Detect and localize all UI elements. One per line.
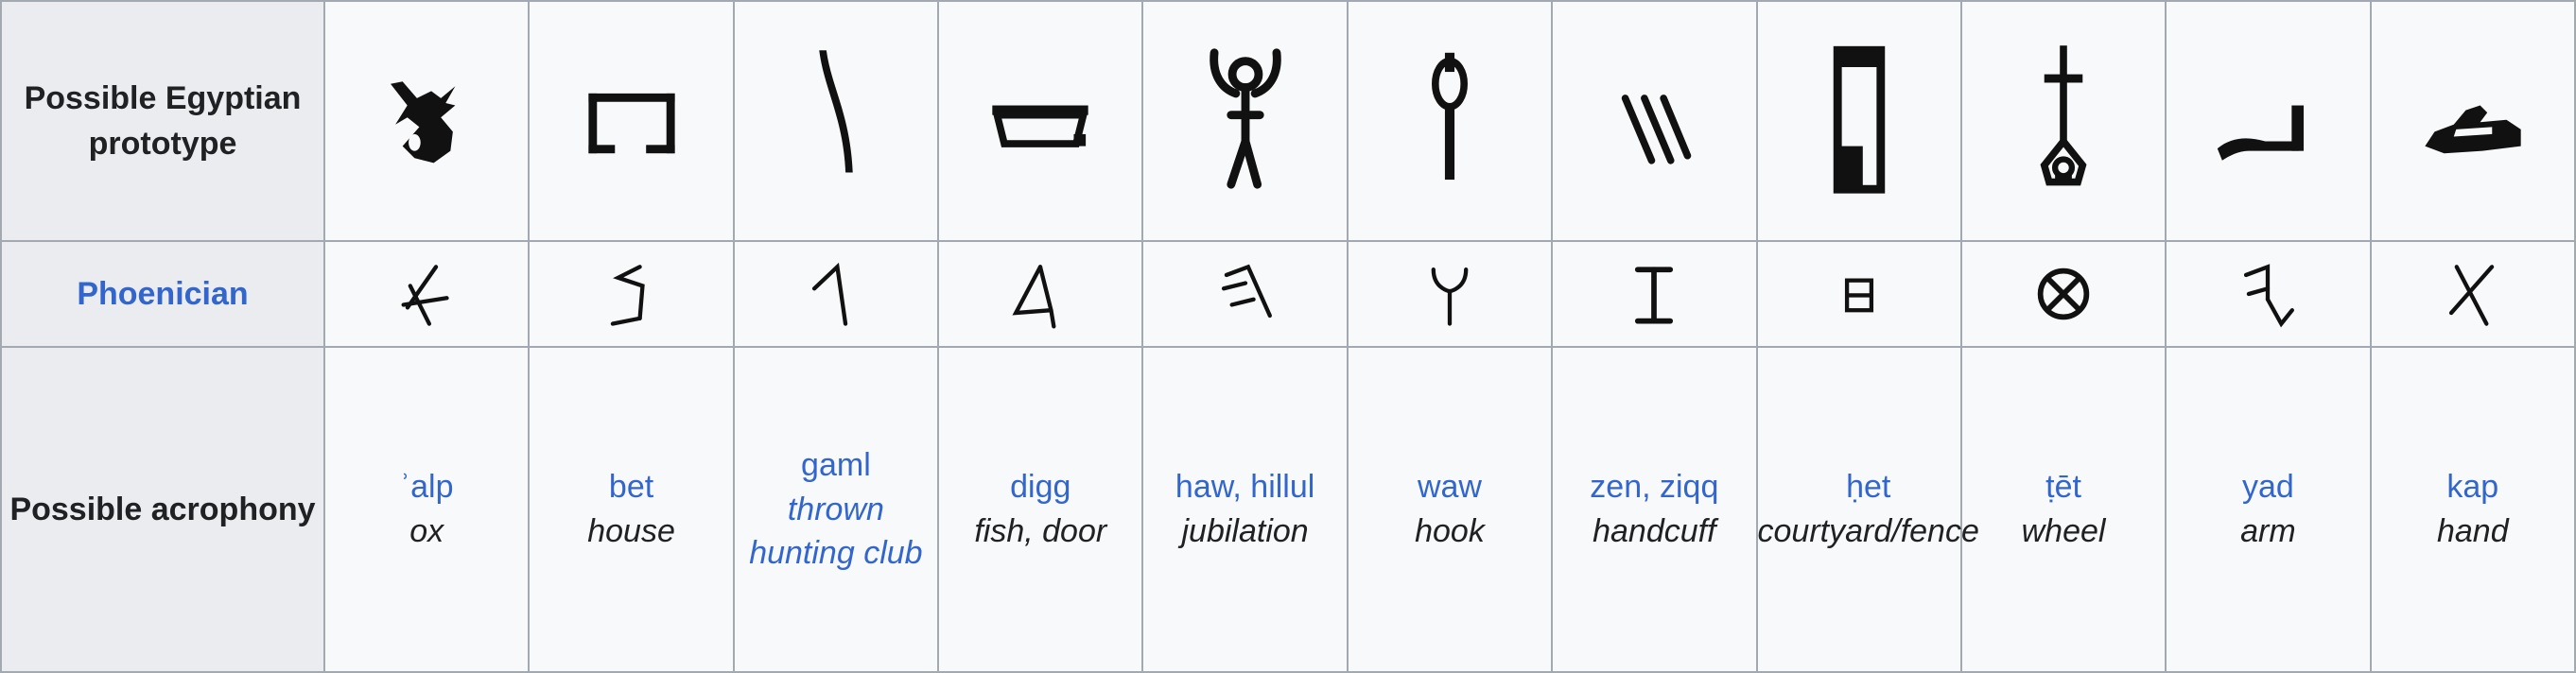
egyptian-glyph-cell-2 <box>732 0 940 242</box>
phoenician-glyph-cell-8 <box>1959 240 2167 348</box>
acrophony-cell-7: ḥet courtyard/fence <box>1755 346 1979 673</box>
phoenician-glyph-cell-3 <box>937 240 1144 348</box>
egyptian-glyph-cell-6 <box>1551 0 1758 242</box>
table-row-acrophony: Possible acrophony ʾalp ox bet house gam… <box>0 346 2576 673</box>
egyptian-glyph-cell-5 <box>1346 0 1554 242</box>
egyptian-glyph-cell-1 <box>528 0 735 242</box>
acrophony-cell-4: haw, hillul jubilation <box>1141 346 1349 673</box>
acrophony-cell-3: digg fish, door <box>937 346 1144 673</box>
egyptian-glyph-cell-8 <box>1959 0 2167 242</box>
acrophony-cell-10: kap hand <box>2369 346 2576 673</box>
table-row-phoenician: Phoenician <box>0 240 2576 348</box>
house-plan-hieroglyph <box>587 93 675 154</box>
phoenician-glyph-cell-4 <box>1141 240 1349 348</box>
acrophony-name-10[interactable]: kap <box>2437 465 2509 509</box>
acrophony-name-7[interactable]: ḥet <box>1758 465 1979 509</box>
acrophony-gloss-9: arm <box>2240 513 2296 549</box>
phoenician-glyph-cell-6 <box>1551 240 1758 348</box>
phoenician-glyph-cell-7 <box>1755 240 1962 348</box>
acrophony-cell-6: zen, ziqq handcuff <box>1551 346 1758 673</box>
acrophony-gloss-6: handcuff <box>1593 513 1716 549</box>
courtyard-fence-hieroglyph <box>1833 45 1885 194</box>
acrophony-gloss-0: ox <box>409 513 444 549</box>
egyptian-glyph-cell-0 <box>322 0 531 242</box>
acrophony-name-2[interactable]: gaml <box>735 443 937 488</box>
acrophony-name-9[interactable]: yad <box>2240 465 2296 509</box>
fish-door-hieroglyph <box>992 105 1088 147</box>
acrophony-gloss-4: jubilation <box>1181 513 1309 549</box>
phoenician-glyph-cell-2 <box>732 240 940 348</box>
wheel-spindle-hieroglyph <box>2040 45 2087 186</box>
phoenician-bet <box>610 265 645 326</box>
acrophony-cell-5: waw hook <box>1346 346 1554 673</box>
alphabet-origin-table: Possible Egyptian prototype Phoenician P… <box>0 0 2576 673</box>
acrophony-cell-2: gaml thrown hunting club <box>732 346 940 673</box>
egyptian-glyph-cell-4 <box>1141 0 1349 242</box>
acrophony-gloss-5: hook <box>1415 513 1485 549</box>
acrophony-cell-9: yad arm <box>2165 346 2372 673</box>
three-strokes-hieroglyph <box>1622 95 1692 164</box>
acrophony-name-3[interactable]: digg <box>974 465 1106 509</box>
phoenician-glyph-cell-10 <box>2369 240 2576 348</box>
phoenician-zayin <box>1635 267 1674 324</box>
phoenician-kaph <box>2448 265 2495 326</box>
phoenician-he <box>1221 264 1272 319</box>
hook-mace-hieroglyph <box>1431 52 1468 181</box>
acrophony-name-4[interactable]: haw, hillul <box>1175 465 1314 509</box>
phoenician-het <box>1844 278 1873 313</box>
hand-hieroglyph <box>2425 105 2521 154</box>
row-header-phoenician[interactable]: Phoenician <box>0 240 325 348</box>
egyptian-glyph-cell-7 <box>1755 0 1962 242</box>
ox-head-hieroglyph <box>391 81 456 164</box>
phoenician-dalet <box>1012 265 1056 329</box>
egyptian-glyph-cell-9 <box>2165 0 2372 242</box>
acrophony-gloss-2[interactable]: thrown hunting club <box>735 488 937 577</box>
acrophony-name-8[interactable]: ṭēt <box>2022 465 2106 509</box>
row-header-possible-acrophony: Possible acrophony <box>0 346 325 673</box>
acrophony-gloss-10: hand <box>2436 513 2509 549</box>
throwstick-hieroglyph <box>819 50 853 173</box>
phoenician-yod <box>2244 264 2295 328</box>
acrophony-cell-8: ṭēt wheel <box>1959 346 2167 673</box>
phoenician-tet <box>2037 267 2090 320</box>
acrophony-name-1[interactable]: bet <box>587 465 675 509</box>
phoenician-glyph-cell-5 <box>1346 240 1554 348</box>
acrophony-gloss-3: fish, door <box>974 513 1107 549</box>
acrophony-cell-1: bet house <box>528 346 735 673</box>
acrophony-cell-0: ʾalp ox <box>322 346 531 673</box>
phoenician-waw <box>1431 267 1469 326</box>
acrophony-gloss-7: courtyard/fence <box>1757 513 1979 549</box>
jubilation-man-hieroglyph <box>1209 48 1281 189</box>
arm-hieroglyph <box>2218 105 2305 161</box>
acrophony-gloss-1: house <box>587 513 675 549</box>
acrophony-gloss-8: wheel <box>2021 513 2106 549</box>
phoenician-aleph <box>401 265 449 326</box>
egyptian-glyph-cell-10 <box>2369 0 2576 242</box>
egyptian-glyph-cell-3 <box>937 0 1144 242</box>
acrophony-name-6[interactable]: zen, ziqq <box>1590 465 1718 509</box>
phoenician-glyph-cell-0 <box>322 240 531 348</box>
phoenician-gimel <box>811 262 848 326</box>
row-header-egyptian-prototype: Possible Egyptian prototype <box>0 0 325 242</box>
phoenician-glyph-cell-1 <box>528 240 735 348</box>
acrophony-name-5[interactable]: waw <box>1415 465 1485 509</box>
table-row-egyptian: Possible Egyptian prototype <box>0 0 2576 242</box>
acrophony-name-0[interactable]: ʾalp <box>400 465 454 509</box>
phoenician-glyph-cell-9 <box>2165 240 2372 348</box>
